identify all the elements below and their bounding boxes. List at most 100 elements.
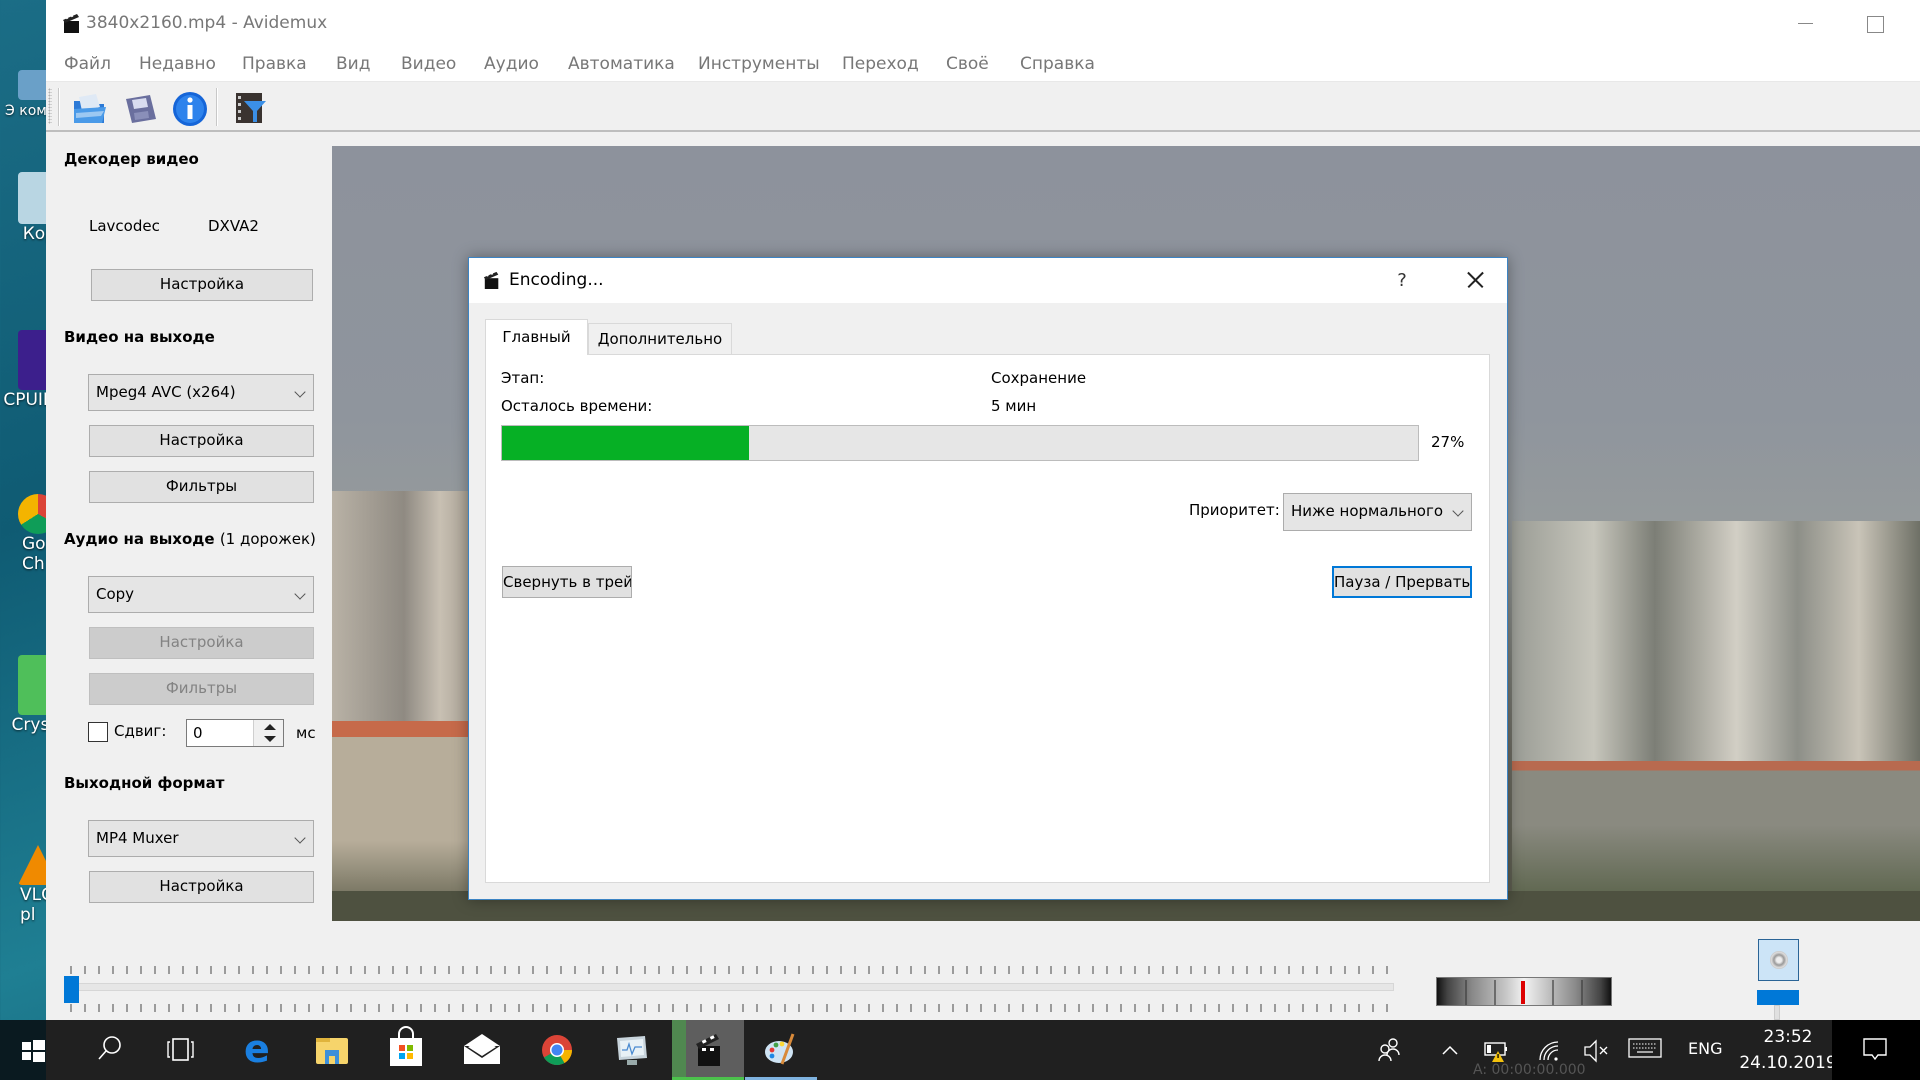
taskbar-edge[interactable]: e	[222, 1020, 294, 1080]
menu-view[interactable]: Вид	[336, 54, 370, 74]
maximize-button[interactable]	[1840, 0, 1910, 48]
menu-edit[interactable]: Правка	[242, 54, 307, 74]
muxer-select[interactable]: MP4 Muxer	[88, 820, 314, 857]
priority-select[interactable]: Ниже нормального	[1283, 493, 1472, 531]
audio-output-heading: Аудио на выходе (1 дорожек)	[64, 530, 316, 548]
phase-value: Сохранение	[991, 369, 1087, 387]
spin-arrows[interactable]	[253, 720, 283, 746]
menu-help[interactable]: Справка	[1020, 54, 1095, 74]
video-settings-button[interactable]: Настройка	[89, 425, 314, 457]
menu-video[interactable]: Видео	[401, 54, 456, 74]
close-button[interactable]	[1457, 264, 1493, 296]
search-icon	[98, 1036, 121, 1060]
info-button[interactable]	[170, 89, 210, 127]
menu-go[interactable]: Переход	[842, 54, 919, 74]
jog-shuttle[interactable]	[1436, 977, 1612, 1006]
decoder-codec: Lavcodec	[89, 217, 160, 235]
time-readout-behind-taskbar: A: 00:00:00.000	[1473, 1062, 1586, 1078]
minimize-to-tray-button[interactable]: Свернуть в трей	[502, 566, 632, 598]
video-filter-icon	[236, 93, 266, 123]
chevron-down-icon	[294, 832, 306, 844]
window-titlebar[interactable]: 3840x2160.mp4 - Avidemux	[46, 0, 1920, 48]
taskbar-mail[interactable]	[446, 1020, 518, 1080]
jog-notch	[1581, 980, 1583, 1005]
arrow-down-icon[interactable]	[264, 736, 276, 742]
jog-notch	[1552, 980, 1554, 1005]
timeline-slider[interactable]	[70, 983, 1394, 991]
svg-text:e: e	[244, 1027, 270, 1071]
menu-file[interactable]: Файл	[64, 54, 111, 74]
menu-auto[interactable]: Автоматика	[568, 54, 675, 74]
task-view-button[interactable]	[144, 1020, 216, 1080]
audio-settings-button[interactable]: Настройка	[89, 627, 314, 659]
chevron-up-icon[interactable]	[1440, 1040, 1460, 1060]
toolbar-separator	[58, 88, 60, 126]
taskbar-resource-monitor[interactable]	[595, 1020, 667, 1080]
paint-palette-icon	[765, 1033, 795, 1065]
audio-filters-button[interactable]: Фильтры	[89, 673, 314, 705]
taskbar-store[interactable]	[370, 1020, 442, 1080]
dialog-titlebar[interactable]: Encoding... ?	[469, 258, 1507, 303]
progress-percent: 27%	[1431, 433, 1465, 451]
taskbar-file-explorer[interactable]	[296, 1020, 368, 1080]
time-left-value: 5 мин	[991, 397, 1037, 415]
output-format-heading: Выходной формат	[64, 774, 225, 792]
keyboard-icon[interactable]	[1628, 1038, 1662, 1060]
arrow-up-icon[interactable]	[264, 724, 276, 730]
video-codec-select[interactable]: Mpeg4 AVC (x264)	[88, 374, 314, 411]
language-indicator[interactable]: ENG	[1688, 1039, 1722, 1058]
audio-codec-select[interactable]: Copy	[88, 576, 314, 613]
start-button[interactable]	[0, 1020, 46, 1080]
info-icon	[173, 92, 207, 126]
taskbar-chrome[interactable]	[521, 1020, 593, 1080]
encoding-progress-bar	[501, 425, 1419, 461]
video-filters-button[interactable]	[230, 89, 270, 127]
notification-icon	[1863, 1038, 1887, 1061]
task-view-icon	[167, 1038, 194, 1061]
video-output-heading: Видео на выходе	[64, 328, 215, 346]
action-center-button[interactable]	[1832, 1020, 1920, 1080]
taskbar-avidemux[interactable]	[672, 1020, 744, 1080]
muxer-settings-button[interactable]: Настройка	[89, 871, 314, 903]
video-filters-button[interactable]: Фильтры	[89, 471, 314, 503]
clock[interactable]: 23:52 24.10.2019	[1738, 1024, 1838, 1076]
battery-warning-icon[interactable]	[1484, 1038, 1510, 1064]
toolbar-separator	[216, 88, 218, 126]
floppy-icon	[126, 95, 156, 123]
menu-tools[interactable]: Инструменты	[698, 54, 820, 74]
menu-custom[interactable]: Своё	[946, 54, 989, 74]
minimize-button[interactable]	[1770, 0, 1840, 48]
tab-main[interactable]: Главный	[485, 319, 588, 355]
toolbar-grip[interactable]	[48, 88, 52, 124]
phase-label: Этап:	[501, 369, 545, 387]
chevron-down-icon	[294, 386, 306, 398]
audio-shift-checkbox[interactable]	[88, 722, 108, 742]
save-button[interactable]	[120, 89, 160, 127]
dialog-title: Encoding...	[509, 270, 604, 290]
timeline-handle[interactable]	[64, 976, 79, 1003]
volume-button[interactable]	[1758, 939, 1799, 981]
muxer-value: MP4 Muxer	[96, 829, 179, 847]
menu-recent[interactable]: Недавно	[139, 54, 216, 74]
volume-slider-handle[interactable]	[1757, 990, 1799, 1005]
wifi-icon[interactable]	[1536, 1038, 1562, 1064]
tab-advanced[interactable]: Дополнительно	[588, 323, 732, 354]
menu-audio[interactable]: Аудио	[484, 54, 539, 74]
tab-pane-main: Этап: Сохранение Осталось времени: 5 мин…	[485, 354, 1490, 883]
decoder-settings-button[interactable]: Настройка	[91, 269, 313, 301]
people-icon[interactable]	[1376, 1036, 1404, 1064]
speaker-muted-icon[interactable]	[1582, 1038, 1610, 1064]
window-title: 3840x2160.mp4 - Avidemux	[86, 13, 328, 33]
mail-icon	[464, 1034, 500, 1064]
taskbar-paint[interactable]	[745, 1020, 817, 1080]
help-button[interactable]: ?	[1387, 266, 1417, 296]
search-button[interactable]	[72, 1020, 144, 1080]
video-codec-value: Mpeg4 AVC (x264)	[96, 383, 236, 401]
pause-abort-button[interactable]: Пауза / Прервать	[1332, 566, 1472, 598]
open-button[interactable]	[70, 89, 110, 127]
clapperboard-icon	[696, 1034, 720, 1066]
jog-notch	[1465, 980, 1467, 1005]
audio-shift-spinbox[interactable]: 0	[186, 719, 284, 747]
volume-slider-track[interactable]	[1774, 1005, 1780, 1020]
audio-codec-value: Copy	[96, 585, 135, 603]
